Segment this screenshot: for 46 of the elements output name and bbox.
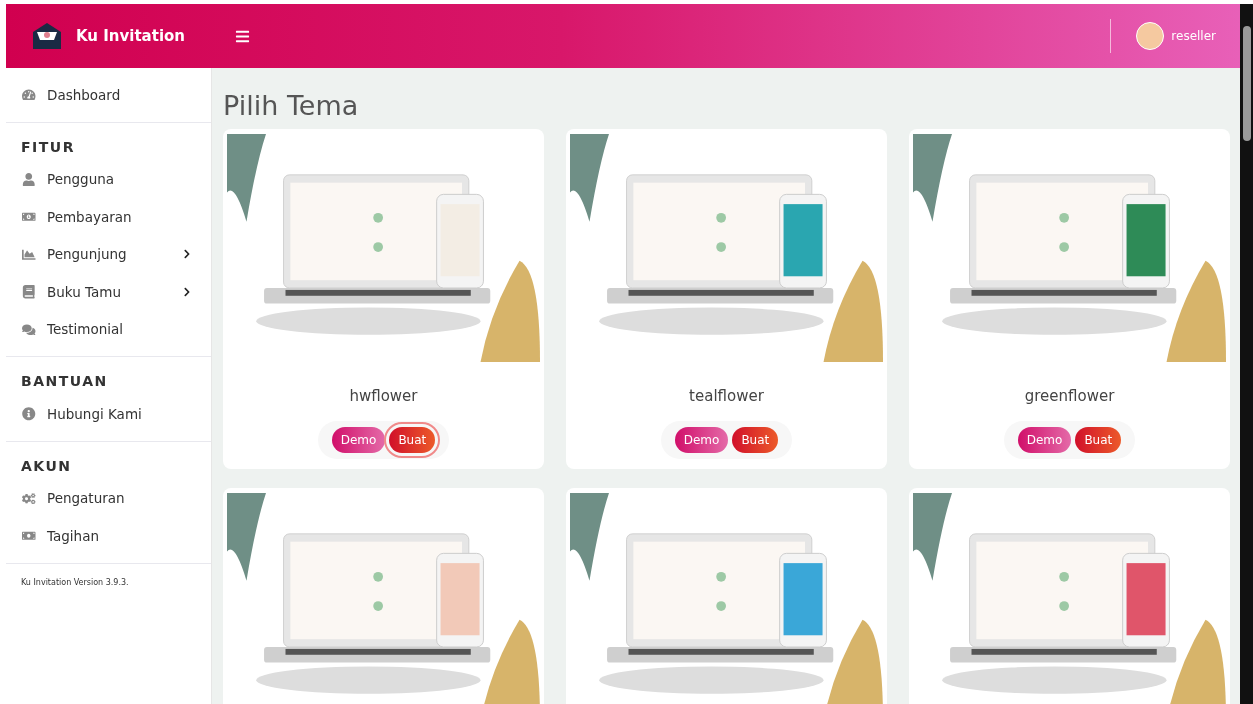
sidebar-item-label: Hubungi Kami <box>47 405 143 422</box>
theme-name: greenflower <box>1024 387 1115 405</box>
envelope-logo-icon <box>32 22 62 50</box>
menu-item-icon <box>21 172 37 186</box>
sidebar-item-label: Pengunjung <box>47 246 128 263</box>
menu-item-icon <box>21 210 37 224</box>
theme-name: tealflower <box>689 387 764 405</box>
sidebar-heading: AKUN <box>20 456 73 476</box>
sidebar-item[interactable]: Pengaturan <box>6 479 211 517</box>
sidebar-item[interactable]: Pengguna <box>6 160 211 198</box>
sidebar-item-label: Tagihan <box>47 527 100 544</box>
brand-name: Ku Invitation <box>76 27 186 45</box>
demo-button[interactable]: Demo <box>674 427 729 453</box>
avatar-icon <box>1136 22 1165 50</box>
menu-item-icon <box>21 529 37 543</box>
create-button[interactable]: Buat <box>732 427 779 453</box>
sidebar-item[interactable]: Dashboard <box>6 76 211 114</box>
menu-item-icon <box>21 322 37 336</box>
sidebar-item[interactable]: Testimonial <box>6 310 211 348</box>
sidebar-item[interactable]: Tagihan <box>6 517 211 555</box>
theme-name: hwflower <box>349 387 418 405</box>
demo-button[interactable]: Demo <box>1017 427 1072 453</box>
sidebar-item-label: Pengguna <box>47 171 116 188</box>
sidebar-item[interactable]: Buku Tamu <box>6 273 211 311</box>
menu-item-icon <box>21 88 37 102</box>
sidebar-item[interactable]: Hubungi Kami <box>6 395 211 433</box>
sidebar-item[interactable]: Pembayaran <box>6 198 211 236</box>
sidebar-item-label: Pembayaran <box>47 208 133 225</box>
sidebar-item-label: Buku Tamu <box>47 283 123 300</box>
sidebar-heading: BANTUAN <box>20 372 109 391</box>
create-button[interactable]: Buat <box>1075 427 1122 453</box>
menu-item-icon <box>21 247 37 261</box>
chevron-right-icon <box>182 286 192 297</box>
sidebar-item-label: Testimonial <box>47 321 125 338</box>
menu-item-icon <box>21 285 37 299</box>
sidebar-item-label: Pengaturan <box>47 490 126 507</box>
sidebar-item[interactable]: Pengunjung <box>6 235 211 273</box>
demo-button[interactable]: Demo <box>331 427 386 453</box>
page-title: Pilih Tema <box>223 90 360 121</box>
chevron-right-icon <box>182 249 192 260</box>
sidebar-heading: FITUR <box>20 137 76 157</box>
version-text: Ku Invitation Version 3.9.3. <box>20 576 130 589</box>
sidebar-item-label: Dashboard <box>47 86 122 103</box>
scrollbar[interactable] <box>1240 4 1253 704</box>
menu-item-icon <box>21 491 37 505</box>
menu-item-icon <box>21 407 37 421</box>
